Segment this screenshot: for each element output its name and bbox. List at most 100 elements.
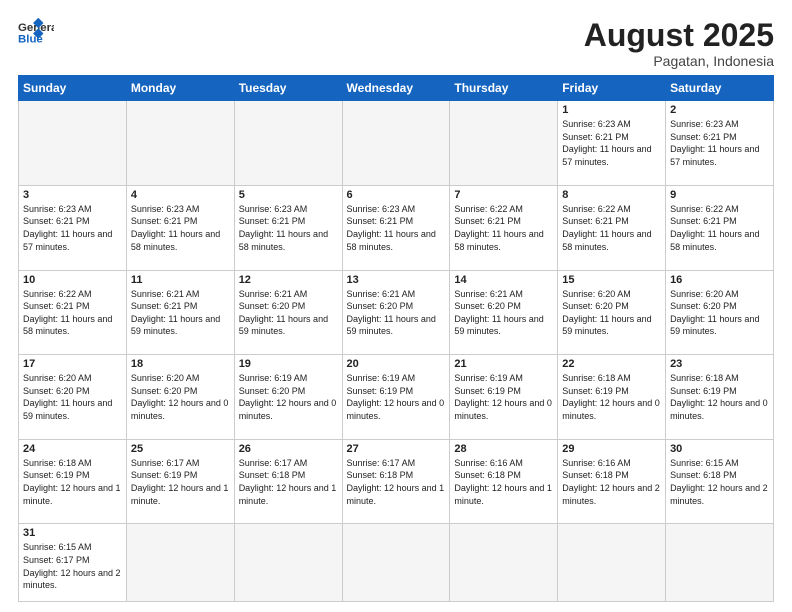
page: General Blue August 2025 Pagatan, Indone… — [0, 0, 792, 612]
calendar-cell: 8Sunrise: 6:22 AM Sunset: 6:21 PM Daylig… — [558, 185, 666, 270]
day-number: 12 — [239, 274, 338, 286]
day-info: Sunrise: 6:23 AM Sunset: 6:21 PM Dayligh… — [239, 203, 338, 253]
logo: General Blue — [18, 18, 54, 46]
calendar-cell: 26 Sunrise: 6:17 AM Sunset: 6:18 PM Dayli… — [234, 439, 342, 524]
weekday-header-friday: Friday — [558, 76, 666, 101]
weekday-header-tuesday: Tuesday — [234, 76, 342, 101]
day-info: Sunrise: 6:23 AM Sunset: 6:21 PM Dayligh… — [23, 203, 122, 253]
calendar-cell: 25 Sunrise: 6:17 AM Sunset: 6:19 PM Dayli… — [126, 439, 234, 524]
weekday-header-row: SundayMondayTuesdayWednesdayThursdayFrid… — [19, 76, 774, 101]
day-info: Sunrise: 6:18 AM Sunset: 6:19 PM Dayligh… — [670, 372, 769, 422]
calendar-cell: 10Sunrise: 6:22 AM Sunset: 6:21 PM Dayli… — [19, 270, 127, 355]
logo-icon: General Blue — [18, 18, 54, 46]
day-number: 13 — [347, 274, 446, 286]
day-info: Sunrise: 6:18 AM Sunset: 6:19 PM Dayligh… — [23, 457, 122, 507]
calendar-cell: 20Sunrise: 6:19 AM Sunset: 6:19 PM Dayli… — [342, 355, 450, 440]
day-number: 15 — [562, 274, 661, 286]
day-info: Sunrise: 6:20 AM Sunset: 6:20 PM Dayligh… — [562, 288, 661, 338]
weekday-header-thursday: Thursday — [450, 76, 558, 101]
weekday-header-saturday: Saturday — [666, 76, 774, 101]
day-number: 23 — [670, 358, 769, 370]
day-info: Sunrise: 6:23 AM Sunset: 6:21 PM Dayligh… — [347, 203, 446, 253]
day-number: 16 — [670, 274, 769, 286]
day-info: Sunrise: 6:16 AM Sunset: 6:18 PM Dayligh… — [454, 457, 553, 507]
day-number: 6 — [347, 189, 446, 201]
day-info: Sunrise: 6:21 AM Sunset: 6:20 PM Dayligh… — [347, 288, 446, 338]
day-info: Sunrise: 6:15 AM Sunset: 6:17 PM Dayligh… — [23, 541, 122, 591]
calendar-cell: 9 Sunrise: 6:22 AM Sunset: 6:21 PM Daylig… — [666, 185, 774, 270]
calendar-cell: 28 Sunrise: 6:16 AM Sunset: 6:18 PM Dayli… — [450, 439, 558, 524]
day-number: 14 — [454, 274, 553, 286]
day-info: Sunrise: 6:15 AM Sunset: 6:18 PM Dayligh… — [670, 457, 769, 507]
calendar-table: SundayMondayTuesdayWednesdayThursdayFrid… — [18, 75, 774, 602]
day-info: Sunrise: 6:21 AM Sunset: 6:21 PM Dayligh… — [131, 288, 230, 338]
weekday-header-sunday: Sunday — [19, 76, 127, 101]
day-number: 27 — [347, 443, 446, 455]
calendar-cell: 11 Sunrise: 6:21 AM Sunset: 6:21 PM Dayli… — [126, 270, 234, 355]
day-number: 25 — [131, 443, 230, 455]
calendar-cell: 18Sunrise: 6:20 AM Sunset: 6:20 PM Dayli… — [126, 355, 234, 440]
calendar-cell: 14Sunrise: 6:21 AM Sunset: 6:20 PM Dayli… — [450, 270, 558, 355]
calendar-cell: 17Sunrise: 6:20 AM Sunset: 6:20 PM Dayli… — [19, 355, 127, 440]
calendar-cell: 2Sunrise: 6:23 AM Sunset: 6:21 PM Daylig… — [666, 101, 774, 186]
calendar-cell — [234, 101, 342, 186]
day-info: Sunrise: 6:22 AM Sunset: 6:21 PM Dayligh… — [454, 203, 553, 253]
day-number: 9 — [670, 189, 769, 201]
calendar-cell — [342, 524, 450, 602]
calendar-cell: 23 Sunrise: 6:18 AM Sunset: 6:19 PM Dayli… — [666, 355, 774, 440]
calendar-cell: 19Sunrise: 6:19 AM Sunset: 6:20 PM Dayli… — [234, 355, 342, 440]
calendar-row-2: 10Sunrise: 6:22 AM Sunset: 6:21 PM Dayli… — [19, 270, 774, 355]
weekday-header-wednesday: Wednesday — [342, 76, 450, 101]
day-number: 22 — [562, 358, 661, 370]
calendar-cell — [234, 524, 342, 602]
calendar-cell: 1 Sunrise: 6:23 AM Sunset: 6:21 PM Daylig… — [558, 101, 666, 186]
calendar-cell — [126, 101, 234, 186]
calendar-cell: 4Sunrise: 6:23 AM Sunset: 6:21 PM Daylig… — [126, 185, 234, 270]
subtitle: Pagatan, Indonesia — [584, 53, 774, 69]
day-number: 26 — [239, 443, 338, 455]
day-number: 21 — [454, 358, 553, 370]
day-number: 2 — [670, 104, 769, 116]
calendar-cell: 16Sunrise: 6:20 AM Sunset: 6:20 PM Dayli… — [666, 270, 774, 355]
calendar-row-5: 31 Sunrise: 6:15 AM Sunset: 6:17 PM Dayli… — [19, 524, 774, 602]
day-info: Sunrise: 6:17 AM Sunset: 6:18 PM Dayligh… — [347, 457, 446, 507]
day-info: Sunrise: 6:22 AM Sunset: 6:21 PM Dayligh… — [562, 203, 661, 253]
day-info: Sunrise: 6:16 AM Sunset: 6:18 PM Dayligh… — [562, 457, 661, 507]
day-info: Sunrise: 6:17 AM Sunset: 6:18 PM Dayligh… — [239, 457, 338, 507]
day-number: 20 — [347, 358, 446, 370]
day-number: 4 — [131, 189, 230, 201]
calendar-cell — [19, 101, 127, 186]
day-number: 29 — [562, 443, 661, 455]
day-number: 28 — [454, 443, 553, 455]
calendar-cell — [342, 101, 450, 186]
weekday-header-monday: Monday — [126, 76, 234, 101]
calendar-row-1: 3 Sunrise: 6:23 AM Sunset: 6:21 PM Daylig… — [19, 185, 774, 270]
day-info: Sunrise: 6:23 AM Sunset: 6:21 PM Dayligh… — [562, 118, 661, 168]
day-info: Sunrise: 6:17 AM Sunset: 6:19 PM Dayligh… — [131, 457, 230, 507]
day-number: 24 — [23, 443, 122, 455]
day-number: 18 — [131, 358, 230, 370]
calendar-cell — [450, 101, 558, 186]
calendar-cell — [558, 524, 666, 602]
day-number: 11 — [131, 274, 230, 286]
calendar-cell: 5 Sunrise: 6:23 AM Sunset: 6:21 PM Daylig… — [234, 185, 342, 270]
day-number: 1 — [562, 104, 661, 116]
day-number: 30 — [670, 443, 769, 455]
calendar-cell: 27 Sunrise: 6:17 AM Sunset: 6:18 PM Dayli… — [342, 439, 450, 524]
calendar-cell: 12Sunrise: 6:21 AM Sunset: 6:20 PM Dayli… — [234, 270, 342, 355]
calendar-cell — [126, 524, 234, 602]
day-number: 5 — [239, 189, 338, 201]
calendar-cell — [450, 524, 558, 602]
calendar-cell — [666, 524, 774, 602]
calendar-cell: 3 Sunrise: 6:23 AM Sunset: 6:21 PM Daylig… — [19, 185, 127, 270]
day-number: 31 — [23, 527, 122, 539]
month-title: August 2025 — [584, 18, 774, 53]
day-info: Sunrise: 6:22 AM Sunset: 6:21 PM Dayligh… — [670, 203, 769, 253]
calendar-cell: 22Sunrise: 6:18 AM Sunset: 6:19 PM Dayli… — [558, 355, 666, 440]
calendar-cell: 13 Sunrise: 6:21 AM Sunset: 6:20 PM Dayli… — [342, 270, 450, 355]
day-info: Sunrise: 6:19 AM Sunset: 6:20 PM Dayligh… — [239, 372, 338, 422]
calendar-cell: 7Sunrise: 6:22 AM Sunset: 6:21 PM Daylig… — [450, 185, 558, 270]
day-info: Sunrise: 6:22 AM Sunset: 6:21 PM Dayligh… — [23, 288, 122, 338]
day-number: 3 — [23, 189, 122, 201]
calendar-cell: 15 Sunrise: 6:20 AM Sunset: 6:20 PM Dayli… — [558, 270, 666, 355]
